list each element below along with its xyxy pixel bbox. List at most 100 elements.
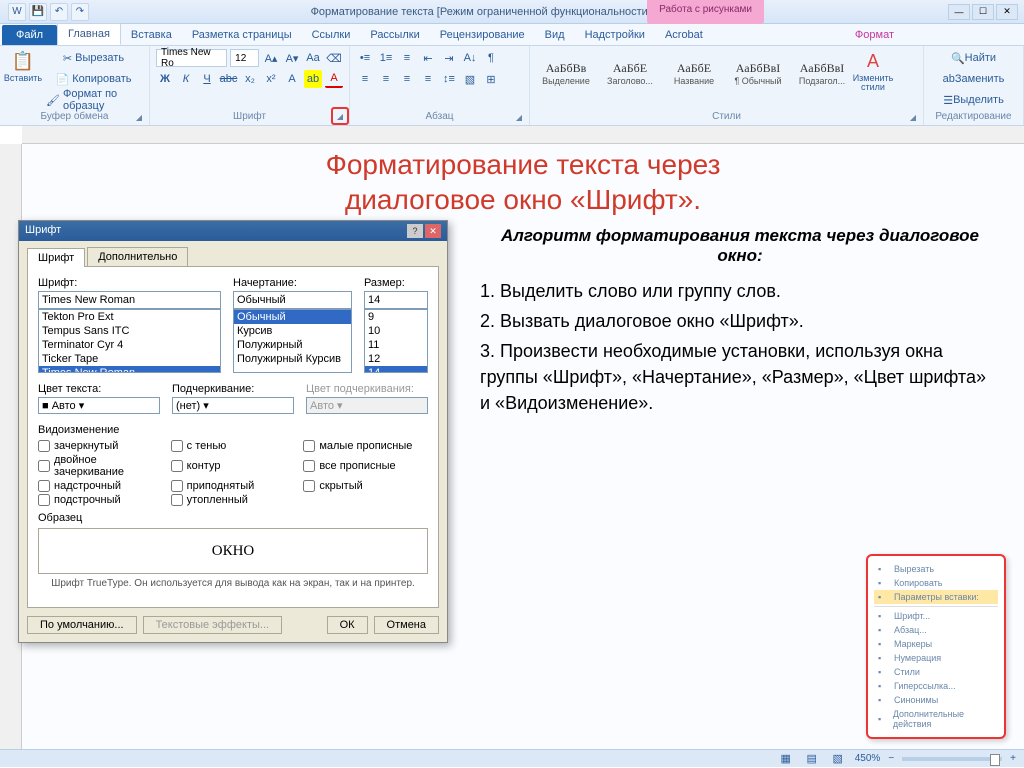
tab-insert[interactable]: Вставка (121, 25, 182, 45)
effect-checkbox[interactable]: приподнятый (171, 480, 296, 492)
shrink-font-icon[interactable]: A▾ (283, 49, 301, 67)
replace-button[interactable]: ab Заменить (930, 70, 1017, 88)
underline-select[interactable]: (нет) ▾ (172, 397, 294, 414)
font-name-combo[interactable]: Times New Ro (156, 49, 227, 67)
multilevel-button[interactable]: ≡ (398, 49, 416, 67)
style-item[interactable]: АаБбВвВыделение (536, 49, 596, 97)
font-size-combo[interactable]: 12 (230, 49, 259, 67)
tab-format[interactable]: Формат (845, 25, 904, 45)
effect-checkbox[interactable]: двойное зачеркивание (38, 454, 163, 478)
clipboard-launcher[interactable]: ◢ (133, 111, 145, 123)
context-menu-item[interactable]: ▪Гиперссылка... (874, 679, 998, 693)
context-menu-item[interactable]: ▪Стили (874, 665, 998, 679)
align-center-button[interactable]: ≡ (377, 70, 395, 88)
effect-checkbox[interactable]: подстрочный (38, 494, 163, 506)
horizontal-ruler[interactable] (22, 126, 1024, 144)
tab-addins[interactable]: Надстройки (575, 25, 655, 45)
dialog-close-button[interactable]: ✕ (425, 224, 441, 238)
close-button[interactable]: ✕ (996, 4, 1018, 20)
change-case-icon[interactable]: Aa (304, 49, 322, 67)
decrease-indent-button[interactable]: ⇤ (419, 49, 437, 67)
numbering-button[interactable]: 1≡ (377, 49, 395, 67)
context-menu-item[interactable]: ▪Нумерация (874, 651, 998, 665)
styles-launcher[interactable]: ◢ (907, 111, 919, 123)
save-icon[interactable]: 💾 (29, 3, 47, 21)
tab-references[interactable]: Ссылки (302, 25, 361, 45)
style-item[interactable]: АаБбВвІПодзагол... (792, 49, 852, 97)
context-menu-item[interactable]: ▪Параметры вставки: (874, 590, 998, 604)
cancel-button[interactable]: Отмена (374, 616, 439, 634)
view-web-icon[interactable]: ▧ (829, 750, 847, 768)
italic-button[interactable]: К (177, 70, 195, 88)
dialog-help-button[interactable]: ? (407, 224, 423, 238)
tab-mailings[interactable]: Рассылки (360, 25, 429, 45)
style-item[interactable]: АаБбЕЗаголово... (600, 49, 660, 97)
maximize-button[interactable]: ☐ (972, 4, 994, 20)
style-list[interactable]: ОбычныйКурсивПолужирныйПолужирный Курсив (233, 309, 352, 373)
align-left-button[interactable]: ≡ (356, 70, 374, 88)
underline-button[interactable]: Ч (198, 70, 216, 88)
context-menu-item[interactable]: ▪Маркеры (874, 637, 998, 651)
show-marks-button[interactable]: ¶ (482, 49, 500, 67)
text-effects-button[interactable]: A (283, 70, 301, 88)
font-color-button[interactable]: A (325, 70, 343, 88)
minimize-button[interactable]: — (948, 4, 970, 20)
line-spacing-button[interactable]: ↕≡ (440, 70, 458, 88)
font-list[interactable]: Tekton Pro ExtTempus Sans ITCTerminator … (38, 309, 221, 373)
sort-button[interactable]: A↓ (461, 49, 479, 67)
dialog-tab-advanced[interactable]: Дополнительно (87, 247, 188, 266)
default-button[interactable]: По умолчанию... (27, 616, 137, 634)
style-input[interactable] (233, 291, 352, 309)
effect-checkbox[interactable]: зачеркнутый (38, 440, 163, 452)
zoom-out-button[interactable]: − (888, 753, 894, 764)
increase-indent-button[interactable]: ⇥ (440, 49, 458, 67)
context-menu-item[interactable]: ▪Копировать (874, 576, 998, 590)
strike-button[interactable]: abc (219, 70, 238, 88)
clear-format-icon[interactable]: ⌫ (325, 49, 343, 67)
style-item[interactable]: АаБбЕНазвание (664, 49, 724, 97)
zoom-slider[interactable] (902, 757, 1002, 761)
zoom-in-button[interactable]: + (1010, 753, 1016, 764)
context-menu-item[interactable]: ▪Вырезать (874, 562, 998, 576)
undo-icon[interactable]: ↶ (50, 3, 68, 21)
cut-button[interactable]: ✂ Вырезать (44, 49, 143, 67)
bullets-button[interactable]: •≡ (356, 49, 374, 67)
effect-checkbox[interactable]: утопленный (171, 494, 296, 506)
effect-checkbox[interactable]: с тенью (171, 440, 296, 452)
effect-checkbox[interactable]: контур (171, 454, 296, 478)
file-tab[interactable]: Файл (2, 25, 57, 45)
shading-button[interactable]: ▧ (461, 70, 479, 88)
context-menu-item[interactable]: ▪Синонимы (874, 693, 998, 707)
context-menu-item[interactable]: ▪Дополнительные действия (874, 707, 998, 731)
effect-checkbox[interactable]: все прописные (303, 454, 428, 478)
justify-button[interactable]: ≡ (419, 70, 437, 88)
redo-icon[interactable]: ↷ (71, 3, 89, 21)
borders-button[interactable]: ⊞ (482, 70, 500, 88)
font-dialog-launcher[interactable]: ◢ (331, 107, 349, 125)
tab-home[interactable]: Главная (57, 23, 121, 45)
format-painter-button[interactable]: 🖌 Формат по образцу (44, 91, 143, 109)
text-effects-button[interactable]: Текстовые эффекты... (143, 616, 283, 634)
tab-layout[interactable]: Разметка страницы (182, 25, 302, 45)
grow-font-icon[interactable]: A▴ (262, 49, 280, 67)
tab-view[interactable]: Вид (535, 25, 575, 45)
tab-review[interactable]: Рецензирование (430, 25, 535, 45)
ok-button[interactable]: ОК (327, 616, 368, 634)
view-read-icon[interactable]: ▤ (803, 750, 821, 768)
context-menu-item[interactable]: ▪Шрифт... (874, 609, 998, 623)
bold-button[interactable]: Ж (156, 70, 174, 88)
style-item[interactable]: АаБбВвІ¶ Обычный (728, 49, 788, 97)
size-input[interactable] (364, 291, 428, 309)
effect-checkbox[interactable]: надстрочный (38, 480, 163, 492)
word-icon[interactable]: W (8, 3, 26, 21)
superscript-button[interactable]: x² (262, 70, 280, 88)
align-right-button[interactable]: ≡ (398, 70, 416, 88)
picture-tools-tab[interactable]: Работа с рисунками (647, 0, 764, 24)
font-input[interactable] (38, 291, 221, 309)
highlight-button[interactable]: ab (304, 70, 322, 88)
effect-checkbox[interactable]: скрытый (303, 480, 428, 492)
effect-checkbox[interactable]: малые прописные (303, 440, 428, 452)
dialog-tab-font[interactable]: Шрифт (27, 248, 85, 267)
select-button[interactable]: ☰ Выделить (930, 91, 1017, 109)
copy-button[interactable]: 📄 Копировать (44, 70, 143, 88)
